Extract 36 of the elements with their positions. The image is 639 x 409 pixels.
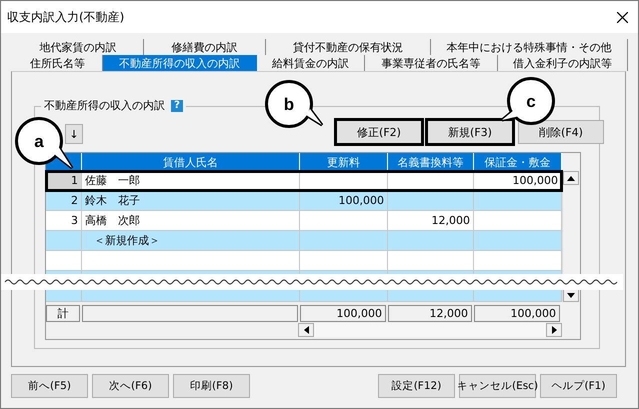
action-button[interactable]: 新規(F3) (427, 120, 513, 144)
footer-button[interactable]: 前へ(F5) (11, 374, 88, 398)
total-cell: 12,000 (388, 305, 472, 322)
total-cell: 100,000 (300, 305, 386, 322)
footer-button[interactable]: 設定(F12) (378, 374, 455, 398)
footer-button[interactable]: 次へ(F6) (92, 374, 169, 398)
column-header: 名義書換料等 (388, 153, 474, 171)
down-arrow-icon[interactable] (567, 292, 575, 298)
horizontal-scrollbar[interactable] (298, 323, 562, 337)
group-title: 不動産所得の収入の内訳 (44, 98, 165, 113)
total-label: 計 (46, 305, 80, 322)
tab[interactable]: 事業専従者の氏名等 (364, 55, 498, 71)
table-row[interactable]: ＜新規作成＞ (46, 231, 562, 251)
action-button[interactable]: 削除(F4) (518, 120, 604, 144)
table-cell: 佐藤 一郎 (82, 171, 300, 191)
help-icon[interactable]: ? (171, 100, 183, 112)
tab[interactable]: 貸付不動産の保有状況 (266, 39, 432, 55)
action-button[interactable]: 修正(F2) (336, 120, 422, 144)
right-arrow-icon[interactable] (552, 326, 556, 334)
tab[interactable]: 不動産所得の収入の内訳 (103, 55, 257, 71)
footer-button[interactable]: 印刷(F8) (173, 374, 250, 398)
footer-button[interactable]: ヘルプ(F1) (540, 374, 617, 398)
table-cell: 100,000 (474, 171, 562, 191)
row-number: 1 (46, 171, 82, 191)
up-arrow-icon[interactable] (567, 176, 575, 180)
move-down-button[interactable]: ↓ (65, 124, 83, 144)
table-row[interactable]: 2 鈴木 花子 100,000 (46, 191, 562, 211)
total-cell: 100,000 (474, 305, 560, 322)
footer-button[interactable]: キャンセル(Esc) (459, 374, 536, 398)
close-icon[interactable] (617, 12, 628, 22)
column-header: 賃借人氏名 (82, 153, 300, 171)
window-title: 収支内訳入力(不動産) (7, 8, 124, 26)
table-row[interactable]: 3 高橋 次郎 12,000 (46, 211, 562, 231)
left-arrow-icon[interactable] (304, 326, 308, 334)
column-header: 保証金・敷金 (474, 153, 562, 171)
column-header: 更新料 (300, 153, 388, 171)
